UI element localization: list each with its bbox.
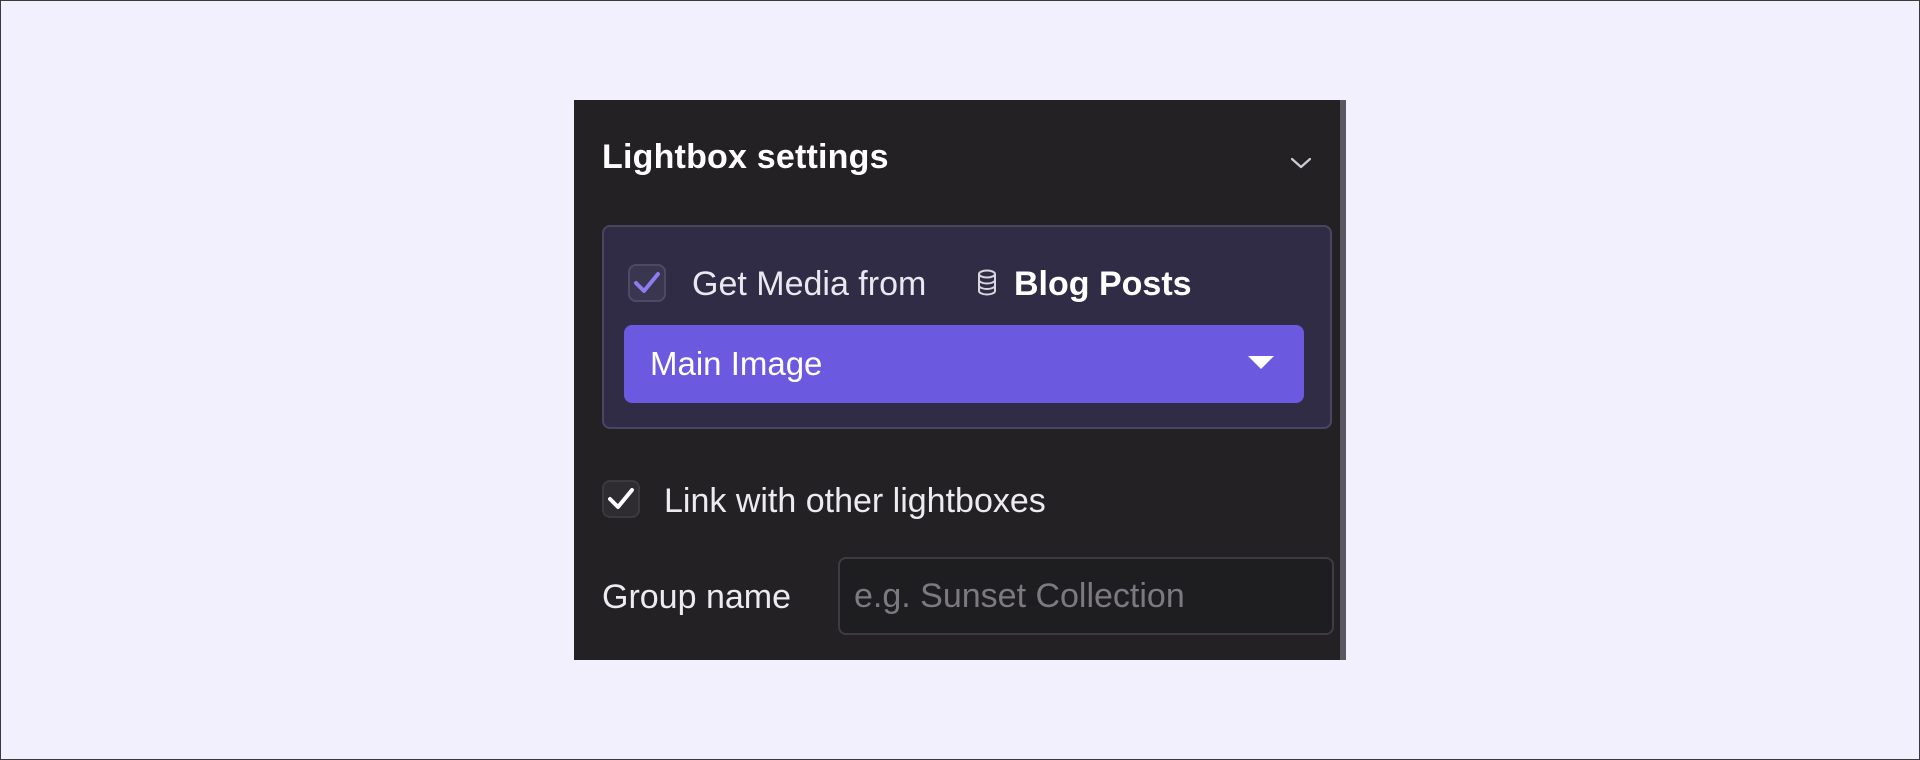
collection-name: Blog Posts [1014,265,1192,303]
group-name-label: Group name [602,578,791,616]
get-media-checkbox[interactable] [628,264,666,302]
media-field-dropdown[interactable]: Main Image [624,325,1304,403]
link-lightboxes-label: Link with other lightboxes [664,482,1046,520]
chevron-down-icon [1290,157,1312,169]
get-media-label: Get Media from [692,265,927,303]
caret-down-icon [1248,356,1274,369]
checkmark-icon [634,272,660,293]
lightbox-settings-panel: Lightbox settings Get Media from Blog Po… [574,100,1346,660]
link-lightboxes-checkbox[interactable] [602,480,640,518]
checkmark-icon [608,488,634,509]
panel-scrollbar[interactable] [1340,100,1346,660]
dropdown-selected-value: Main Image [650,345,823,382]
section-title: Lightbox settings [602,138,889,176]
group-name-input[interactable] [838,557,1334,635]
media-source-card: Get Media from Blog Posts Main Image [602,225,1332,429]
collapse-button[interactable] [1286,148,1316,178]
database-icon [978,269,996,296]
